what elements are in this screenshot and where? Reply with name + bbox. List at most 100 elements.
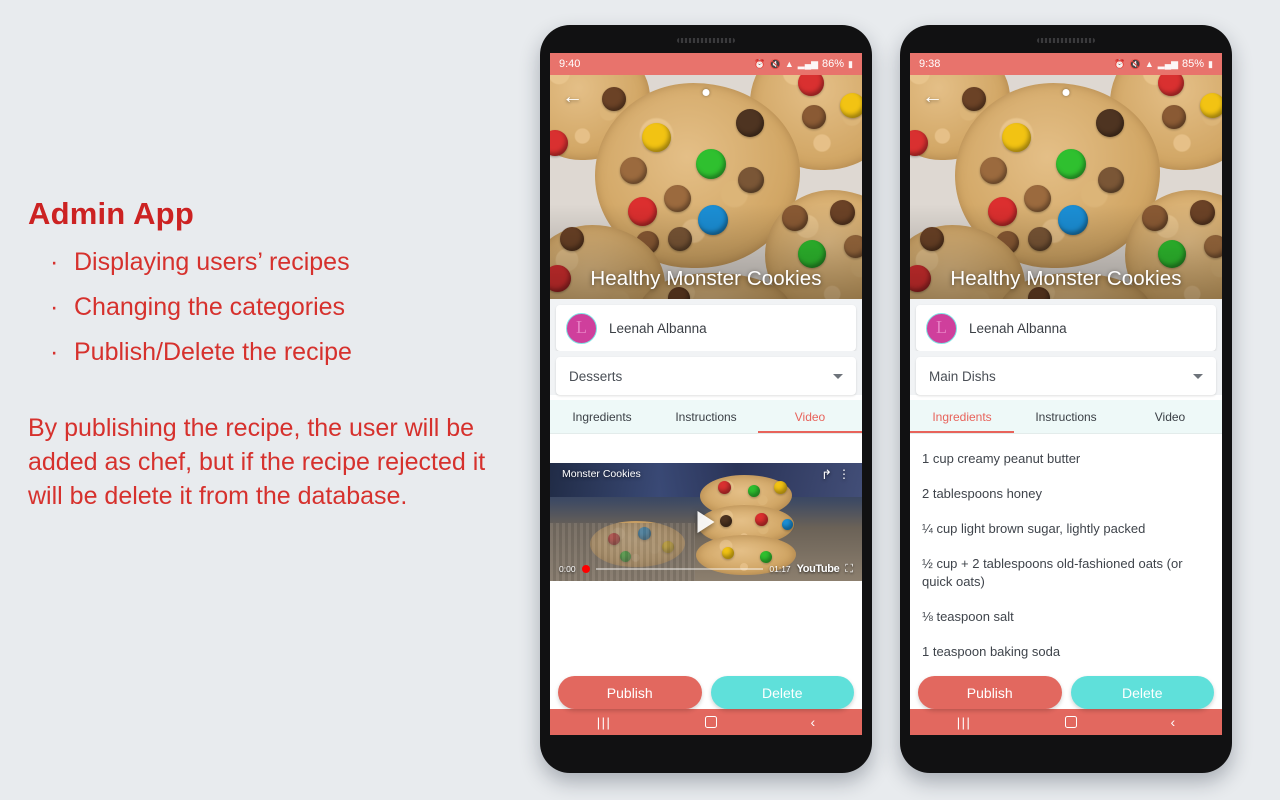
category-value: Desserts — [569, 368, 623, 384]
list-item: · Changing the categories — [44, 285, 498, 330]
speaker-grille-icon — [677, 38, 735, 43]
speaker-grille-icon — [1037, 38, 1095, 43]
tab-ingredients[interactable]: Ingredients — [550, 400, 654, 433]
home-icon[interactable] — [1064, 716, 1077, 728]
recents-icon[interactable]: ||| — [597, 715, 612, 730]
play-icon[interactable] — [697, 511, 715, 533]
chevron-down-icon — [1193, 373, 1203, 379]
back-icon[interactable]: ‹ — [811, 714, 816, 730]
mute-icon: 🔇 — [769, 58, 781, 69]
signal-icon: ▂▄▆ — [1157, 58, 1179, 69]
signal-icon: ▂▄▆ — [797, 58, 819, 69]
youtube-logo[interactable]: YouTube — [797, 563, 840, 575]
bullet-text: Publish/Delete the recipe — [74, 338, 352, 366]
progress-track[interactable] — [595, 568, 764, 570]
tab-ingredients[interactable]: Ingredients — [910, 400, 1014, 433]
back-arrow-icon[interactable]: ← — [922, 86, 944, 109]
avatar-initial: L — [936, 317, 947, 337]
chef-row[interactable]: L Leenah Albanna — [556, 305, 856, 351]
phone-mockup-left: 9:40 ⏰ 🔇 ▲ ▂▄▆ 86% ▮ ← Healthy Monster C… — [540, 25, 872, 773]
android-nav-bar: ||| ‹ — [910, 709, 1222, 735]
bullet-dot-icon: · — [50, 248, 59, 276]
tab-content-video: Monster Cookies ↱ ⋮ 0:00 01:17 YouTube ⛶ — [550, 434, 862, 689]
delete-button[interactable]: Delete — [710, 676, 854, 709]
recipe-title: Healthy Monster Cookies — [950, 267, 1182, 290]
avatar: L — [926, 312, 957, 344]
slide-paragraph: By publishing the recipe, the user will … — [28, 414, 486, 510]
video-title: Monster Cookies — [562, 468, 641, 480]
tab-video[interactable]: Video — [758, 400, 862, 433]
back-arrow-icon[interactable]: ← — [562, 86, 584, 109]
list-item: ½ cup + 2 tablespoons old-fashioned oats… — [922, 556, 1183, 589]
list-item: ⅛ teaspoon salt — [922, 609, 1014, 624]
video-player[interactable]: Monster Cookies ↱ ⋮ 0:00 01:17 YouTube ⛶ — [550, 463, 862, 581]
tab-bar: Ingredients Instructions Video — [910, 400, 1222, 434]
android-nav-bar: ||| ‹ — [550, 709, 862, 735]
list-item: 1 cup creamy peanut butter — [922, 451, 1081, 466]
category-wrapper: Desserts — [550, 351, 862, 395]
status-time: 9:40 — [559, 58, 581, 70]
tab-bar: Ingredients Instructions Video — [550, 400, 862, 434]
chef-row[interactable]: L Leenah Albanna — [916, 305, 1216, 351]
wifi-icon: ▲ — [1144, 58, 1154, 69]
list-item: · Publish/Delete the recipe — [44, 330, 498, 375]
chef-row-wrapper: L Leenah Albanna — [550, 299, 862, 351]
status-bar: 9:38 ⏰ 🔇 ▲ ▂▄▆ 85% ▮ — [910, 53, 1222, 75]
progress-handle[interactable] — [581, 565, 590, 573]
chef-name: Leenah Albanna — [609, 320, 707, 336]
list-item: ¼ cup light brown sugar, lightly packed — [922, 521, 1146, 536]
phone-screen-right: 9:38 ⏰ 🔇 ▲ ▂▄▆ 85% ▮ ← Healthy Monster C… — [910, 53, 1222, 735]
alarm-icon: ⏰ — [754, 58, 766, 69]
phone-screen-left: 9:40 ⏰ 🔇 ▲ ▂▄▆ 86% ▮ ← Healthy Monster C… — [550, 53, 862, 735]
list-item: 1 teaspoon baking soda — [922, 644, 1061, 659]
category-wrapper: Main Dishs — [910, 351, 1222, 395]
chef-name: Leenah Albanna — [969, 320, 1067, 336]
category-dropdown[interactable]: Desserts — [556, 357, 856, 395]
bullet-dot-icon: · — [50, 338, 59, 366]
page-indicator-dot[interactable] — [702, 89, 710, 96]
more-vertical-icon[interactable]: ⋮ — [838, 467, 850, 481]
mute-icon: 🔇 — [1129, 58, 1141, 69]
fullscreen-icon[interactable]: ⛶ — [845, 563, 853, 576]
presentation-slide: Admin App · Displaying users’ recipes · … — [0, 0, 1280, 800]
video-duration: 01:17 — [769, 564, 791, 574]
bullet-text: Changing the categories — [74, 293, 346, 321]
battery-percent: 85% — [1182, 58, 1205, 70]
ingredients-list[interactable]: 1 cup creamy peanut butter 2 tablespoons… — [910, 434, 1222, 689]
status-bar: 9:40 ⏰ 🔇 ▲ ▂▄▆ 86% ▮ — [550, 53, 862, 75]
publish-button[interactable]: Publish — [918, 676, 1062, 709]
action-buttons-right: Publish Delete — [910, 676, 1222, 709]
page-indicator-dot[interactable] — [1062, 89, 1070, 96]
bullet-text: Displaying users’ recipes — [74, 248, 350, 276]
avatar-initial: L — [576, 317, 587, 337]
category-dropdown[interactable]: Main Dishs — [916, 357, 1216, 395]
tab-instructions[interactable]: Instructions — [1014, 400, 1118, 433]
back-icon[interactable]: ‹ — [1171, 714, 1176, 730]
chevron-down-icon — [833, 373, 843, 379]
recipe-hero-image: ← Healthy Monster Cookies — [550, 75, 862, 299]
wifi-icon: ▲ — [784, 58, 794, 69]
bullet-dot-icon: · — [50, 293, 59, 321]
avatar: L — [566, 312, 597, 344]
delete-button[interactable]: Delete — [1070, 676, 1214, 709]
battery-icon: ▮ — [1208, 58, 1213, 69]
status-time: 9:38 — [919, 58, 941, 70]
tab-video[interactable]: Video — [1118, 400, 1222, 433]
page-title: Admin App — [28, 196, 194, 231]
chef-row-wrapper: L Leenah Albanna — [910, 299, 1222, 351]
recipe-title: Healthy Monster Cookies — [590, 267, 822, 290]
share-icon[interactable]: ↱ — [821, 467, 832, 483]
home-icon[interactable] — [704, 716, 717, 728]
video-current-time: 0:00 — [559, 564, 576, 574]
battery-icon: ▮ — [848, 58, 853, 69]
video-controls: 0:00 01:17 YouTube ⛶ — [550, 557, 862, 581]
alarm-icon: ⏰ — [1114, 58, 1126, 69]
publish-button[interactable]: Publish — [558, 676, 702, 709]
feature-bullet-list: · Displaying users’ recipes · Changing t… — [44, 240, 498, 375]
action-buttons-left: Publish Delete — [550, 676, 862, 709]
recents-icon[interactable]: ||| — [957, 715, 972, 730]
category-value: Main Dishs — [929, 368, 996, 384]
battery-percent: 86% — [822, 58, 845, 70]
recipe-hero-image: ← Healthy Monster Cookies — [910, 75, 1222, 299]
tab-instructions[interactable]: Instructions — [654, 400, 758, 433]
